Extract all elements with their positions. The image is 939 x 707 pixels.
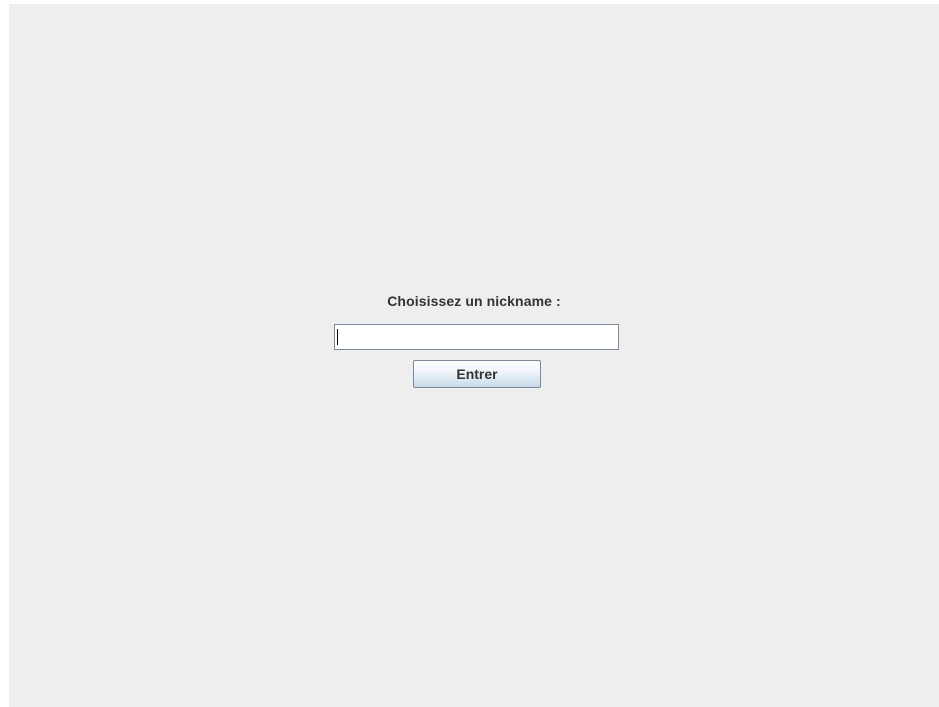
nickname-input[interactable] xyxy=(334,324,619,350)
nickname-prompt-label: Choisissez un nickname : xyxy=(387,293,561,309)
enter-button[interactable]: Entrer xyxy=(413,360,541,388)
text-caret xyxy=(337,329,338,345)
app-window: Choisissez un nickname : Entrer xyxy=(9,4,939,707)
